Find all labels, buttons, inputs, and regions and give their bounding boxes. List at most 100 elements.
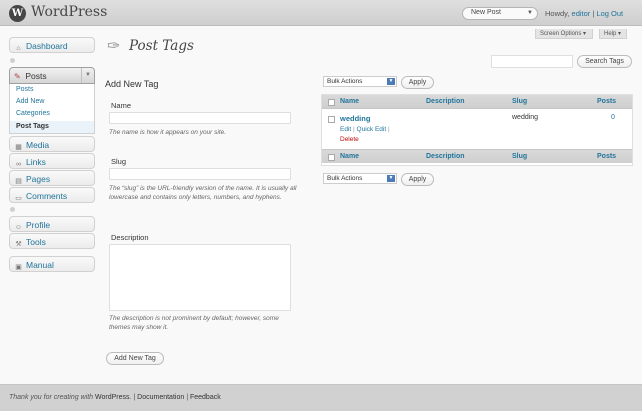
bulk-actions-value: Bulk Actions xyxy=(327,78,363,85)
favorite-action-label: New Post xyxy=(471,9,501,16)
select-all-checkbox[interactable] xyxy=(328,154,335,161)
site-title[interactable]: WordPress xyxy=(31,4,107,20)
sidebar-item-manual[interactable]: ▣ Manual xyxy=(9,256,95,272)
screen-options-button[interactable]: Screen Options ▾ xyxy=(535,29,593,39)
post-tags-icon: ✑ xyxy=(107,38,121,55)
admin-header: W WordPress New Post ▼ Howdy, editor | L… xyxy=(0,0,642,26)
username-link[interactable]: editor xyxy=(572,9,591,18)
sidebar-item-profile[interactable]: ☺ Profile xyxy=(9,216,95,232)
sidebar-item-label: Comments xyxy=(26,191,68,201)
sidebar-item-label: Posts xyxy=(25,71,47,81)
tag-name-link[interactable]: wedding xyxy=(340,114,370,123)
chevron-down-icon[interactable]: ▼ xyxy=(527,10,533,16)
menu-separator xyxy=(10,207,15,212)
search-tags-button[interactable]: Search Tags xyxy=(577,55,632,68)
tools-icon: ⚒ xyxy=(15,241,22,248)
user-info: Howdy, editor | Log Out xyxy=(545,9,623,18)
column-header-name[interactable]: Name xyxy=(340,153,359,160)
column-header-slug[interactable]: Slug xyxy=(512,153,527,160)
description-textarea[interactable] xyxy=(109,244,291,311)
sidebar-item-comments[interactable]: ▭ Comments xyxy=(9,187,95,203)
pushpin-icon: ✎ xyxy=(14,72,21,81)
logout-link[interactable]: Log Out xyxy=(596,9,623,18)
tag-posts-count[interactable]: 0 xyxy=(611,114,615,121)
footer-separator: . | xyxy=(129,394,138,401)
action-separator: | xyxy=(353,126,355,133)
feedback-link[interactable]: Feedback xyxy=(190,394,221,401)
comments-icon: ▭ xyxy=(15,195,22,202)
sidebar-item-pages[interactable]: ▤ Pages xyxy=(9,170,95,186)
chevron-down-icon: ▼ xyxy=(387,78,395,85)
documentation-link[interactable]: Documentation xyxy=(137,394,184,401)
sidebar-item-media[interactable]: ▦ Media xyxy=(9,136,95,152)
submenu-item-categories[interactable]: Categories xyxy=(16,110,50,117)
footer-thanks: Thank you for creating with xyxy=(9,394,95,401)
quick-edit-link[interactable]: Quick Edit xyxy=(357,126,387,133)
bulk-actions-value: Bulk Actions xyxy=(327,175,363,182)
column-header-name[interactable]: Name xyxy=(340,98,359,105)
search-tags-input[interactable] xyxy=(491,55,573,68)
apply-button[interactable]: Apply xyxy=(401,76,434,89)
slug-description: The “slug” is the URL-friendly version o… xyxy=(109,185,297,201)
row-checkbox[interactable] xyxy=(328,116,335,123)
apply-button-bottom[interactable]: Apply xyxy=(401,173,434,186)
sidebar-item-label: Profile xyxy=(26,220,51,230)
header-divider: | xyxy=(592,9,595,18)
table-row: wedding Edit | Quick Edit | Delete weddi… xyxy=(322,109,632,148)
table-header: Name Description Slug Posts xyxy=(322,95,632,109)
page-title: Post Tags xyxy=(129,38,194,54)
name-description: The name is how it appears on your site. xyxy=(109,129,227,136)
table-footer: Name Description Slug Posts xyxy=(322,149,632,163)
column-header-posts[interactable]: Posts xyxy=(597,153,616,160)
links-icon: ∞ xyxy=(16,161,21,168)
menu-toggle-icon[interactable]: ▼ xyxy=(81,68,94,83)
bulk-actions-select-bottom[interactable]: Bulk Actions ▼ xyxy=(323,173,397,184)
menu-separator xyxy=(10,58,15,63)
chevron-down-icon: ▼ xyxy=(387,175,395,182)
pages-icon: ▤ xyxy=(15,178,22,185)
wordpress-link[interactable]: WordPress xyxy=(95,394,130,401)
column-header-posts[interactable]: Posts xyxy=(597,98,616,105)
delete-link[interactable]: Delete xyxy=(340,136,359,143)
sidebar-item-label: Tools xyxy=(26,237,46,247)
description-help: The description is not prominent by defa… xyxy=(109,315,279,331)
submenu-item-posts[interactable]: Posts xyxy=(16,86,34,93)
column-header-description[interactable]: Description xyxy=(426,98,465,105)
column-header-slug[interactable]: Slug xyxy=(512,98,527,105)
name-label: Name xyxy=(111,101,132,110)
favorite-actions-dropdown[interactable]: New Post ▼ xyxy=(462,7,538,20)
name-field[interactable] xyxy=(109,112,291,124)
sidebar-item-posts[interactable]: ✎ Posts ▼ xyxy=(9,67,95,84)
sidebar-item-label: Links xyxy=(26,157,46,167)
tags-table: Name Description Slug Posts wedding Edit… xyxy=(321,94,633,166)
submenu-item-post-tags[interactable]: Post Tags xyxy=(10,121,94,133)
bulk-actions-select[interactable]: Bulk Actions ▼ xyxy=(323,76,397,87)
profile-icon: ☺ xyxy=(14,224,23,231)
description-label: Description xyxy=(111,233,149,242)
sidebar-item-label: Manual xyxy=(26,260,54,270)
edit-link[interactable]: Edit xyxy=(340,126,351,133)
posts-submenu: Posts Add New Categories Post Tags xyxy=(9,84,95,134)
sidebar-item-label: Media xyxy=(26,140,50,150)
dashboard-icon: ⌂ xyxy=(16,45,21,52)
action-separator: | xyxy=(387,126,390,133)
select-all-checkbox[interactable] xyxy=(328,99,335,106)
column-header-description[interactable]: Description xyxy=(426,153,465,160)
sidebar-item-tools[interactable]: ⚒ Tools xyxy=(9,233,95,249)
row-actions: Edit | Quick Edit | xyxy=(340,126,390,133)
sidebar-item-dashboard[interactable]: ⌂ Dashboard xyxy=(9,37,95,53)
slug-label: Slug xyxy=(111,157,127,166)
add-new-tag-button[interactable]: Add New Tag xyxy=(106,352,164,365)
slug-field[interactable] xyxy=(109,168,291,180)
sidebar-item-links[interactable]: ∞ Links xyxy=(9,153,95,169)
wordpress-logo-icon[interactable]: W xyxy=(9,5,26,22)
media-icon: ▦ xyxy=(15,144,22,151)
sidebar-item-label: Dashboard xyxy=(26,41,68,51)
submenu-item-add-new[interactable]: Add New xyxy=(16,98,44,105)
sidebar-item-label: Pages xyxy=(26,174,51,184)
howdy-text: Howdy, xyxy=(545,9,572,18)
add-new-tag-heading: Add New Tag xyxy=(105,79,159,89)
tag-slug: wedding xyxy=(512,114,539,121)
manual-icon: ▣ xyxy=(15,264,22,271)
help-button[interactable]: Help ▾ xyxy=(599,29,627,39)
